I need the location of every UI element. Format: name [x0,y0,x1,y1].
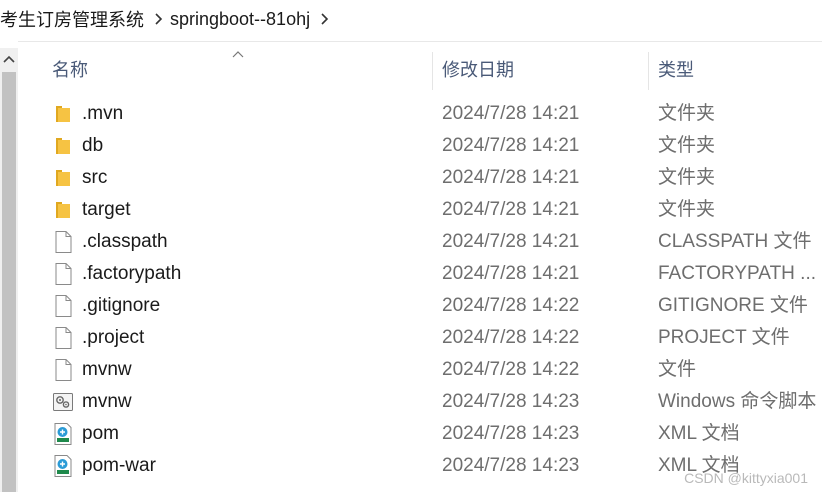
file-row[interactable]: target 2024/7/28 14:21 文件夹 [18,194,822,226]
folder-icon [52,134,74,158]
folder-icon [52,198,74,222]
file-icon [52,294,74,318]
file-modified-date: 2024/7/28 14:21 [442,167,580,188]
file-modified-date: 2024/7/28 14:21 [442,263,580,284]
file-type: CLASSPATH 文件 [658,231,812,252]
file-modified-date: 2024/7/28 14:22 [442,327,580,348]
watermark: CSDN @kittyxia001 [684,470,808,486]
column-divider[interactable] [432,52,433,90]
file-row[interactable]: .project 2024/7/28 14:22 PROJECT 文件 [18,322,822,354]
file-modified-date: 2024/7/28 14:22 [442,359,580,380]
column-header-name[interactable]: 名称 [52,48,432,90]
file-row[interactable]: .classpath 2024/7/28 14:21 CLASSPATH 文件 [18,226,822,258]
breadcrumb-divider [18,41,822,42]
file-type: 文件 [658,359,697,380]
chevron-right-icon[interactable] [314,0,336,38]
file-modified-date: 2024/7/28 14:21 [442,135,580,156]
chevron-right-icon[interactable] [148,0,170,38]
file-type: FACTORYPATH ... [658,263,817,284]
breadcrumb-item-current-folder[interactable]: springboot--81ohj [170,9,314,30]
column-header-date[interactable]: 修改日期 [442,48,648,90]
scrollbar-thumb[interactable] [2,72,16,492]
xml-file-icon [52,454,74,478]
file-icon [52,230,74,254]
file-list: .mvn 2024/7/28 14:21 文件夹 db 2024/7/28 14:21 文… [18,98,822,482]
file-type: Windows 命令脚本 [658,391,817,412]
file-type: GITIGNORE 文件 [658,295,808,316]
file-type: XML 文档 [658,423,740,444]
file-name[interactable]: .factorypath [82,258,181,290]
file-name[interactable]: .classpath [82,226,168,258]
file-name[interactable]: pom-war [82,450,156,482]
scroll-up-arrow-icon[interactable] [0,48,18,70]
file-name[interactable]: .project [82,322,144,354]
file-row[interactable]: src 2024/7/28 14:21 文件夹 [18,162,822,194]
file-row[interactable]: .mvn 2024/7/28 14:21 文件夹 [18,98,822,130]
file-modified-date: 2024/7/28 14:21 [442,103,580,124]
xml-file-icon [52,422,74,446]
file-type: PROJECT 文件 [658,327,790,348]
file-name[interactable]: mvnw [82,354,132,386]
file-row[interactable]: db 2024/7/28 14:21 文件夹 [18,130,822,162]
vertical-scrollbar[interactable] [0,48,18,492]
file-row[interactable]: pom 2024/7/28 14:23 XML 文档 [18,418,822,450]
file-name[interactable]: .mvn [82,98,123,130]
file-type: 文件夹 [658,199,716,220]
file-type: 文件夹 [658,167,716,188]
file-name[interactable]: target [82,194,131,226]
file-name[interactable]: src [82,162,107,194]
file-row[interactable]: .gitignore 2024/7/28 14:22 GITIGNORE 文件 [18,290,822,322]
file-type: 文件夹 [658,103,716,124]
file-icon [52,326,74,350]
file-modified-date: 2024/7/28 14:22 [442,295,580,316]
file-name[interactable]: pom [82,418,119,450]
folder-icon [52,166,74,190]
file-row[interactable]: mvnw 2024/7/28 14:23 Windows 命令脚本 [18,386,822,418]
file-modified-date: 2024/7/28 14:21 [442,231,580,252]
file-type: 文件夹 [658,135,716,156]
file-row[interactable]: mvnw 2024/7/28 14:22 文件 [18,354,822,386]
file-icon [52,358,74,382]
column-header-type[interactable]: 类型 [658,48,822,90]
file-modified-date: 2024/7/28 14:23 [442,391,580,412]
folder-icon [52,102,74,126]
file-name[interactable]: db [82,130,103,162]
file-row[interactable]: .factorypath 2024/7/28 14:21 FACTORYPATH .… [18,258,822,290]
file-name[interactable]: .gitignore [82,290,160,322]
file-name[interactable]: mvnw [82,386,132,418]
file-modified-date: 2024/7/28 14:23 [442,423,580,444]
breadcrumb-item-project-root[interactable]: 考生订房管理系统 [0,6,148,32]
file-modified-date: 2024/7/28 14:21 [442,199,580,220]
script-file-icon [52,390,74,414]
file-icon [52,262,74,286]
breadcrumb: 考生订房管理系统 springboot--81ohj [0,0,822,38]
column-divider[interactable] [648,52,649,90]
column-header-row: 名称 修改日期 类型 [18,48,822,90]
file-modified-date: 2024/7/28 14:23 [442,455,580,476]
